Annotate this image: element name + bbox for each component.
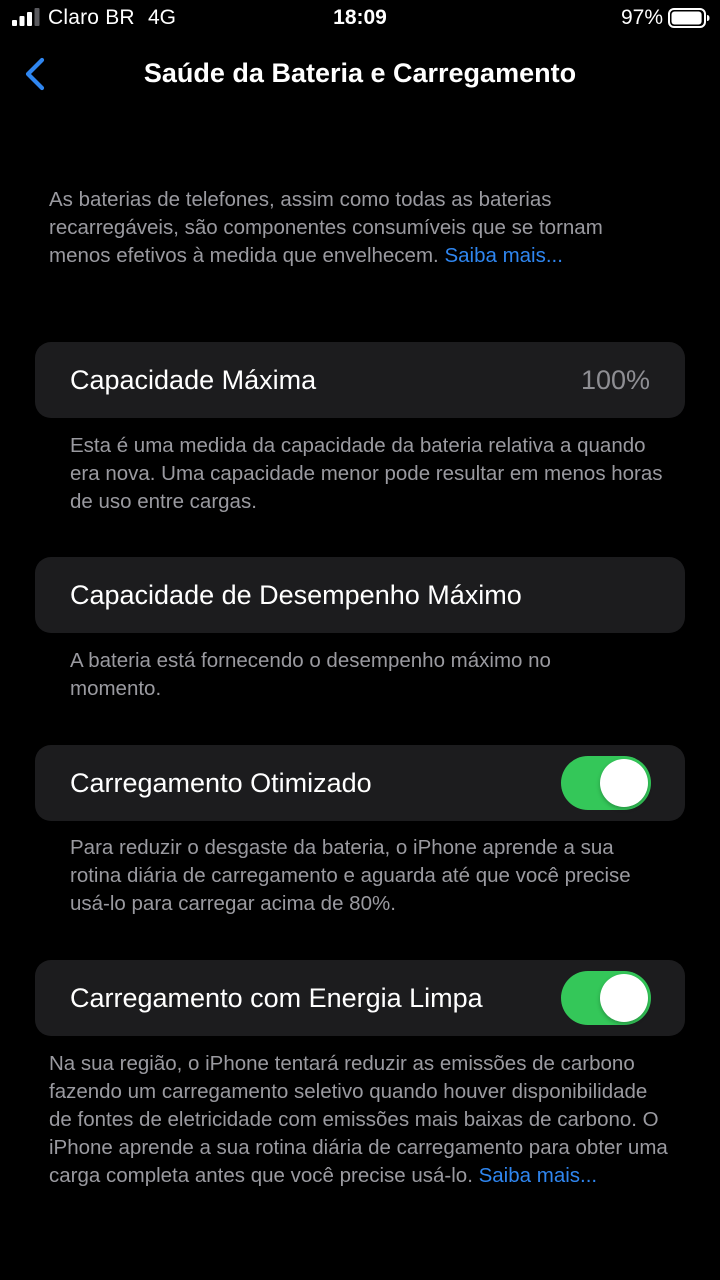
max-capacity-footnote: Esta é uma medida da capacidade da bater…	[70, 434, 663, 513]
status-bar: Claro BR 4G 18:09 97%	[0, 0, 720, 38]
toggle-knob	[600, 974, 648, 1022]
battery-icon	[668, 8, 710, 28]
optimized-charging-label: Carregamento Otimizado	[70, 768, 372, 798]
optimized-charging-footnote: Para reduzir o desgaste da bateria, o iP…	[70, 836, 631, 915]
status-time: 18:09	[333, 6, 387, 29]
clean-energy-footnote: Na sua região, o iPhone tentará reduzir …	[49, 1050, 671, 1190]
optimized-charging-toggle[interactable]	[561, 756, 651, 810]
learn-more-link[interactable]: Saiba mais...	[479, 1164, 598, 1187]
clean-energy-charging-row: Carregamento com Energia Limpa	[35, 960, 685, 1036]
max-capacity-row: Capacidade Máxima 100%	[35, 342, 685, 418]
intro-description: As baterias de telefones, assim como tod…	[49, 186, 669, 270]
optimized-charging-row: Carregamento Otimizado	[35, 745, 685, 821]
peak-performance-row: Capacidade de Desempenho Máximo	[35, 557, 685, 633]
max-capacity-value: 100%	[580, 365, 650, 395]
peak-performance-footnote: A bateria está fornecendo o desempenho m…	[70, 649, 551, 700]
peak-performance-label: Capacidade de Desempenho Máximo	[70, 580, 522, 610]
learn-more-link[interactable]: Saiba mais...	[444, 244, 563, 267]
navigation-bar: Saúde da Bateria e Carregamento	[0, 48, 720, 100]
clean-energy-charging-label: Carregamento com Energia Limpa	[70, 983, 483, 1013]
clean-energy-charging-toggle[interactable]	[561, 971, 651, 1025]
page-title: Saúde da Bateria e Carregamento	[143, 58, 577, 88]
max-capacity-label: Capacidade Máxima	[70, 365, 317, 395]
toggle-knob	[600, 759, 648, 807]
battery-percentage: 97%	[620, 6, 663, 29]
